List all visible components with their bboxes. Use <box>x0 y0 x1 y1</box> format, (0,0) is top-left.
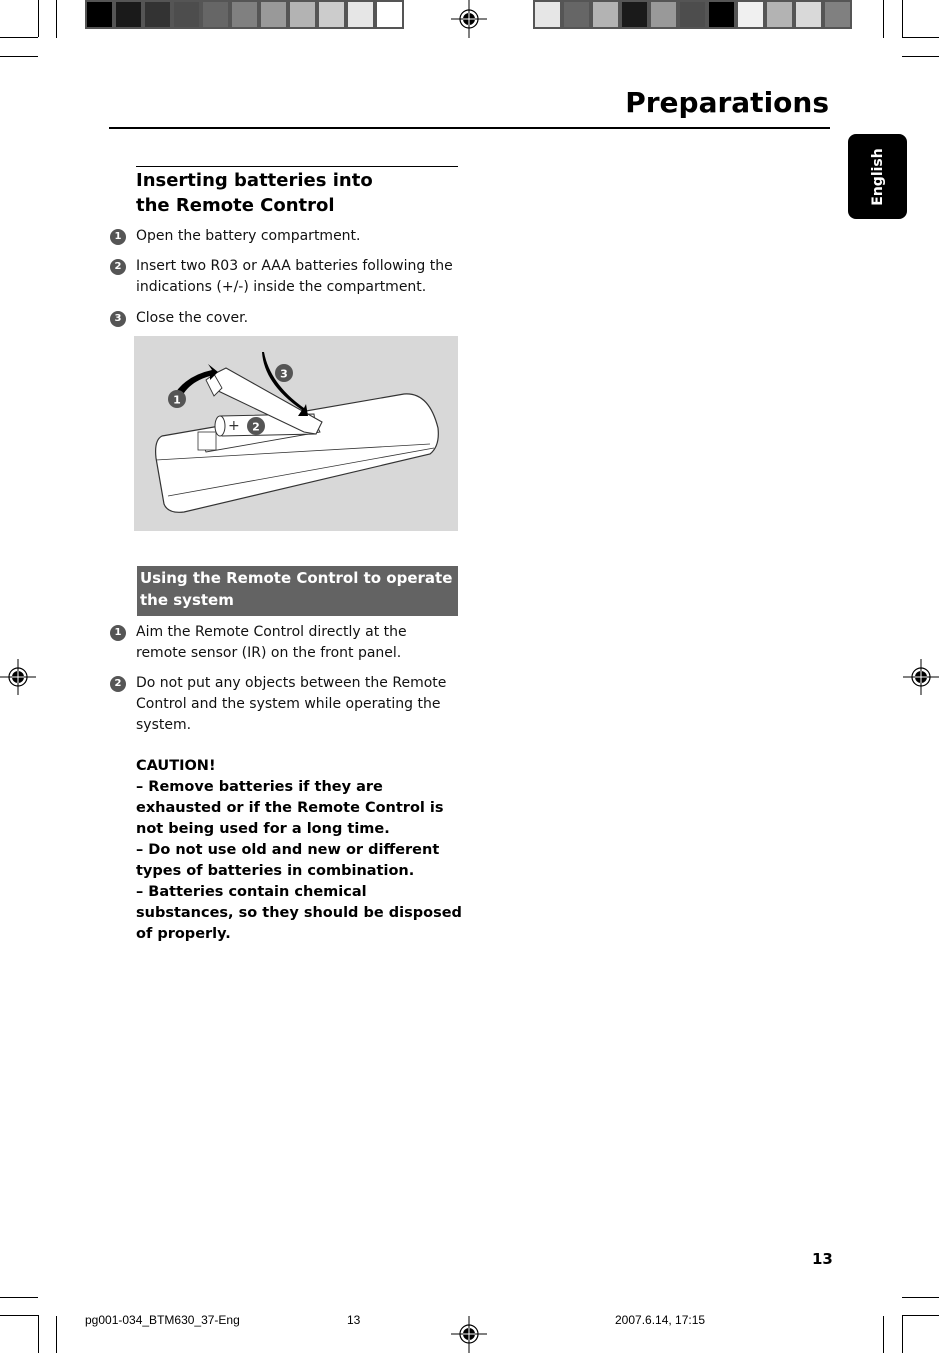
caution-item: – Batteries contain chemical substances,… <box>136 884 462 942</box>
crop-mark <box>902 1315 903 1353</box>
color-swatch <box>767 2 792 27</box>
crop-mark <box>38 0 39 37</box>
page-number: 13 <box>812 1250 833 1268</box>
step-text: Do not put any objects between the Remot… <box>136 675 447 733</box>
color-swatch <box>348 2 373 27</box>
color-swatch <box>87 2 112 27</box>
callout-1: 1 <box>168 390 186 408</box>
crop-mark <box>902 1315 939 1316</box>
language-tab: English <box>848 134 907 219</box>
heading-line: Inserting batteries into <box>136 170 373 191</box>
color-swatch <box>377 2 402 27</box>
crop-mark <box>0 37 38 38</box>
language-tab-label: English <box>869 147 886 206</box>
registration-mark-icon <box>0 659 36 695</box>
color-swatch <box>593 2 618 27</box>
step-number-badge: 1 <box>110 625 126 641</box>
crop-mark <box>56 1316 57 1353</box>
step-number-badge: 2 <box>110 259 126 275</box>
page-title: Preparations <box>625 86 829 119</box>
registration-mark-icon <box>451 1316 487 1353</box>
step-number-badge: 1 <box>110 229 126 245</box>
crop-mark <box>0 1297 38 1298</box>
crop-mark <box>902 37 939 38</box>
step-text: Aim the Remote Control directly at the r… <box>136 624 407 661</box>
color-swatch <box>261 2 286 27</box>
color-swatch <box>825 2 850 27</box>
step-text: Open the battery compartment. <box>136 228 361 244</box>
color-swatch <box>290 2 315 27</box>
callout-2: 2 <box>247 417 265 435</box>
crop-mark <box>56 0 57 38</box>
color-swatch <box>738 2 763 27</box>
section-heading-inserting-batteries: Inserting batteries into the Remote Cont… <box>136 168 458 218</box>
crop-mark <box>883 1316 884 1353</box>
crop-mark <box>902 0 903 37</box>
color-swatch <box>116 2 141 27</box>
color-swatch <box>174 2 199 27</box>
title-divider <box>109 127 830 129</box>
color-swatch <box>709 2 734 27</box>
caution-item: – Remove batteries if they are exhausted… <box>136 779 444 837</box>
registration-mark-icon <box>903 659 939 695</box>
crop-mark <box>902 56 939 57</box>
crop-mark <box>0 56 38 57</box>
color-swatch <box>796 2 821 27</box>
crop-mark <box>883 0 884 38</box>
remote-control-battery-illustration: + 1 2 3 <box>134 336 458 531</box>
color-swatch <box>680 2 705 27</box>
callout-label: 3 <box>280 368 288 381</box>
callout-label: 1 <box>173 394 181 407</box>
color-swatch <box>145 2 170 27</box>
color-swatch <box>564 2 589 27</box>
step-number-badge: 2 <box>110 676 126 692</box>
color-swatch <box>232 2 257 27</box>
crop-mark <box>38 1315 39 1353</box>
step-text: Insert two R03 or AAA batteries followin… <box>136 258 453 295</box>
heading-line: the Remote Control <box>136 195 335 216</box>
color-swatch <box>651 2 676 27</box>
color-calibration-bar-right <box>533 0 852 29</box>
color-swatch <box>535 2 560 27</box>
step-number-badge: 3 <box>110 311 126 327</box>
color-calibration-bar-left <box>85 0 404 29</box>
remote-control-icon: + 1 2 3 <box>155 352 439 513</box>
callout-label: 2 <box>252 421 260 434</box>
slug-filename: pg001-034_BTM630_37-Eng <box>85 1313 240 1327</box>
callout-3: 3 <box>275 364 293 382</box>
caution-block: CAUTION! – Remove batteries if they are … <box>136 756 466 945</box>
step-text: Close the cover. <box>136 310 249 326</box>
color-swatch <box>622 2 647 27</box>
section-heading-using-remote: Using the Remote Control to operate the … <box>137 566 458 616</box>
crop-mark <box>0 1315 38 1316</box>
color-swatch <box>203 2 228 27</box>
caution-item: – Do not use old and new or different ty… <box>136 842 440 879</box>
plus-sign: + <box>228 418 240 434</box>
slug-page: 13 <box>347 1313 361 1327</box>
section-divider <box>136 166 458 167</box>
slug-date: 2007.6.14, 17:15 <box>615 1313 706 1327</box>
registration-mark-icon <box>451 0 487 38</box>
caution-title: CAUTION! <box>136 758 216 774</box>
crop-mark <box>902 1297 939 1298</box>
color-swatch <box>319 2 344 27</box>
